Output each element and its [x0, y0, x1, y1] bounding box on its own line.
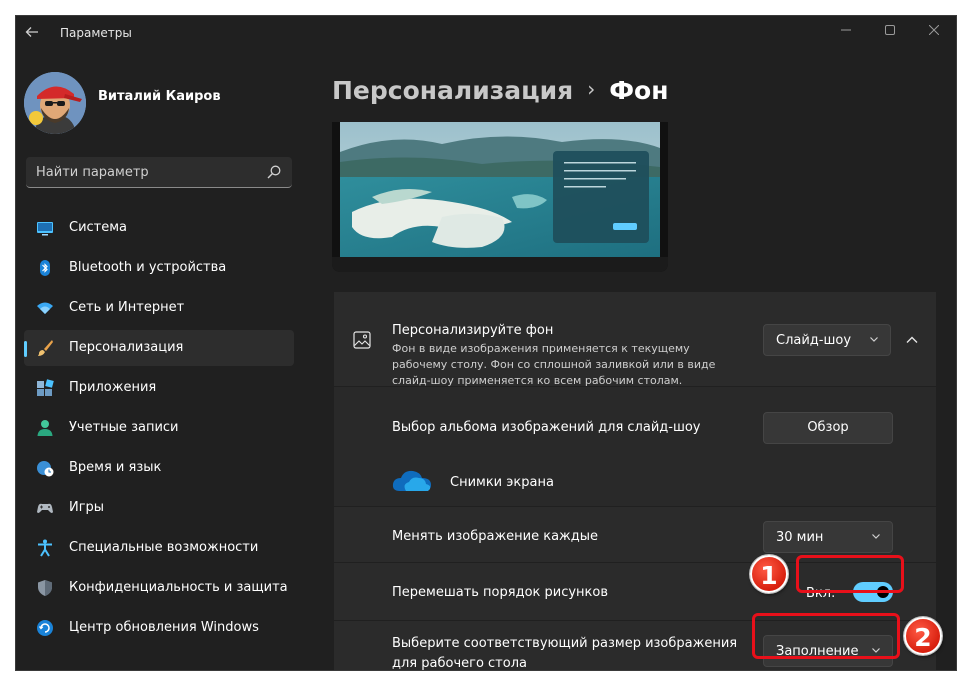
- globe-clock-icon: [37, 461, 54, 477]
- sidebar-item-label: Время и язык: [69, 460, 162, 475]
- title-bar: Параметры: [16, 16, 956, 50]
- sidebar-item-label: Специальные возможности: [69, 540, 259, 555]
- breadcrumb-separator: ›: [587, 77, 596, 101]
- desktop-preview: [332, 122, 668, 272]
- background-type-value: Слайд-шоу: [776, 333, 852, 348]
- sidebar-item-time-language[interactable]: Время и язык: [24, 450, 294, 486]
- sidebar-item-apps[interactable]: Приложения: [24, 370, 294, 406]
- personalize-background-title: Персонализируйте фон: [392, 323, 554, 338]
- sidebar-item-label: Bluetooth и устройства: [69, 260, 227, 275]
- sidebar-item-windows-update[interactable]: Центр обновления Windows: [24, 610, 294, 646]
- sidebar-item-system[interactable]: Система: [24, 210, 294, 246]
- highlight-box-fit: [752, 613, 900, 659]
- close-button[interactable]: [912, 20, 956, 44]
- image-icon: [353, 331, 371, 349]
- slideshow-album-card: Выбор альбома изображений для слайд-шоу …: [334, 387, 936, 506]
- person-icon: [37, 420, 53, 436]
- gamepad-icon: [37, 503, 53, 513]
- sidebar-item-label: Учетные записи: [69, 420, 179, 435]
- personalize-background-card: Персонализируйте фон Фон в виде изображе…: [334, 292, 936, 387]
- sidebar-item-personalization[interactable]: Персонализация: [24, 330, 294, 366]
- sidebar-item-label: Конфиденциальность и защита: [69, 580, 288, 595]
- brush-icon: [38, 340, 53, 356]
- active-indicator: [24, 341, 27, 357]
- avatar: [24, 72, 86, 134]
- maximize-button[interactable]: [868, 20, 912, 44]
- interval-dropdown[interactable]: 30 мин: [763, 521, 893, 553]
- breadcrumb: Персонализация › Фон: [332, 76, 669, 105]
- highlight-box-shuffle: [796, 555, 904, 593]
- app-title: Параметры: [60, 26, 132, 40]
- interval-value: 30 мин: [776, 530, 824, 545]
- chevron-down-icon: [872, 534, 880, 539]
- sidebar-item-accessibility[interactable]: Специальные возможности: [24, 530, 294, 566]
- browse-button[interactable]: Обзор: [763, 412, 893, 444]
- sidebar-item-accounts[interactable]: Учетные записи: [24, 410, 294, 446]
- onedrive-icon: [392, 470, 431, 491]
- wifi-icon: [37, 302, 53, 314]
- search-input[interactable]: [26, 157, 256, 187]
- user-name: Виталий Каиров: [98, 89, 221, 104]
- display-icon: [37, 222, 53, 236]
- minimize-button[interactable]: [824, 20, 868, 44]
- album-label: Выбор альбома изображений для слайд-шоу: [392, 420, 701, 435]
- sidebar-item-label: Приложения: [69, 380, 157, 395]
- back-button[interactable]: [22, 24, 42, 44]
- chevron-up-icon[interactable]: [905, 333, 919, 347]
- fit-label: Выберите соответствующий размер изображе…: [392, 636, 738, 670]
- sidebar-item-label: Персонализация: [69, 340, 184, 355]
- sidebar-nav: Система Bluetooth и устройства Сеть и Ин…: [24, 210, 294, 650]
- personalize-background-description: Фон в виде изображения применяется к тек…: [392, 342, 716, 387]
- shield-icon: [38, 580, 52, 596]
- chevron-down-icon: [870, 337, 878, 342]
- sidebar-item-privacy[interactable]: Конфиденциальность и защита: [24, 570, 294, 606]
- annotation-badge-1: 1: [750, 555, 788, 593]
- sidebar-item-label: Центр обновления Windows: [69, 620, 259, 635]
- sidebar-item-label: Сеть и Интернет: [69, 300, 185, 315]
- sidebar-item-bluetooth[interactable]: Bluetooth и устройства: [24, 250, 294, 286]
- page-title: Фон: [609, 76, 669, 105]
- close-icon: [928, 24, 940, 36]
- album-folder-name: Снимки экрана: [450, 475, 554, 490]
- arrow-left-icon: [25, 27, 38, 37]
- sidebar-item-label: Игры: [69, 500, 105, 515]
- shuffle-label: Перемешать порядок рисунков: [392, 585, 609, 600]
- minimize-icon: [841, 29, 851, 31]
- wallpaper-preview-image: [332, 122, 668, 272]
- background-type-dropdown[interactable]: Слайд-шоу: [763, 324, 891, 356]
- annotation-badge-2: 2: [904, 617, 942, 655]
- maximize-icon: [885, 25, 895, 35]
- breadcrumb-parent[interactable]: Персонализация: [332, 76, 573, 105]
- search-box[interactable]: [26, 157, 292, 188]
- change-interval-card: Менять изображение каждые 30 мин: [334, 507, 936, 562]
- interval-label: Менять изображение каждые: [392, 529, 599, 544]
- sidebar-item-label: Система: [69, 220, 128, 235]
- accessibility-icon: [38, 539, 52, 557]
- update-icon: [37, 620, 53, 636]
- settings-window: Параметры Виталий Каиров Найти параметр …: [16, 16, 956, 670]
- apps-icon: [37, 379, 54, 396]
- search-icon[interactable]: [266, 164, 282, 180]
- sidebar-item-network[interactable]: Сеть и Интернет: [24, 290, 294, 326]
- sidebar-item-gaming[interactable]: Игры: [24, 490, 294, 526]
- bluetooth-icon: [40, 260, 50, 276]
